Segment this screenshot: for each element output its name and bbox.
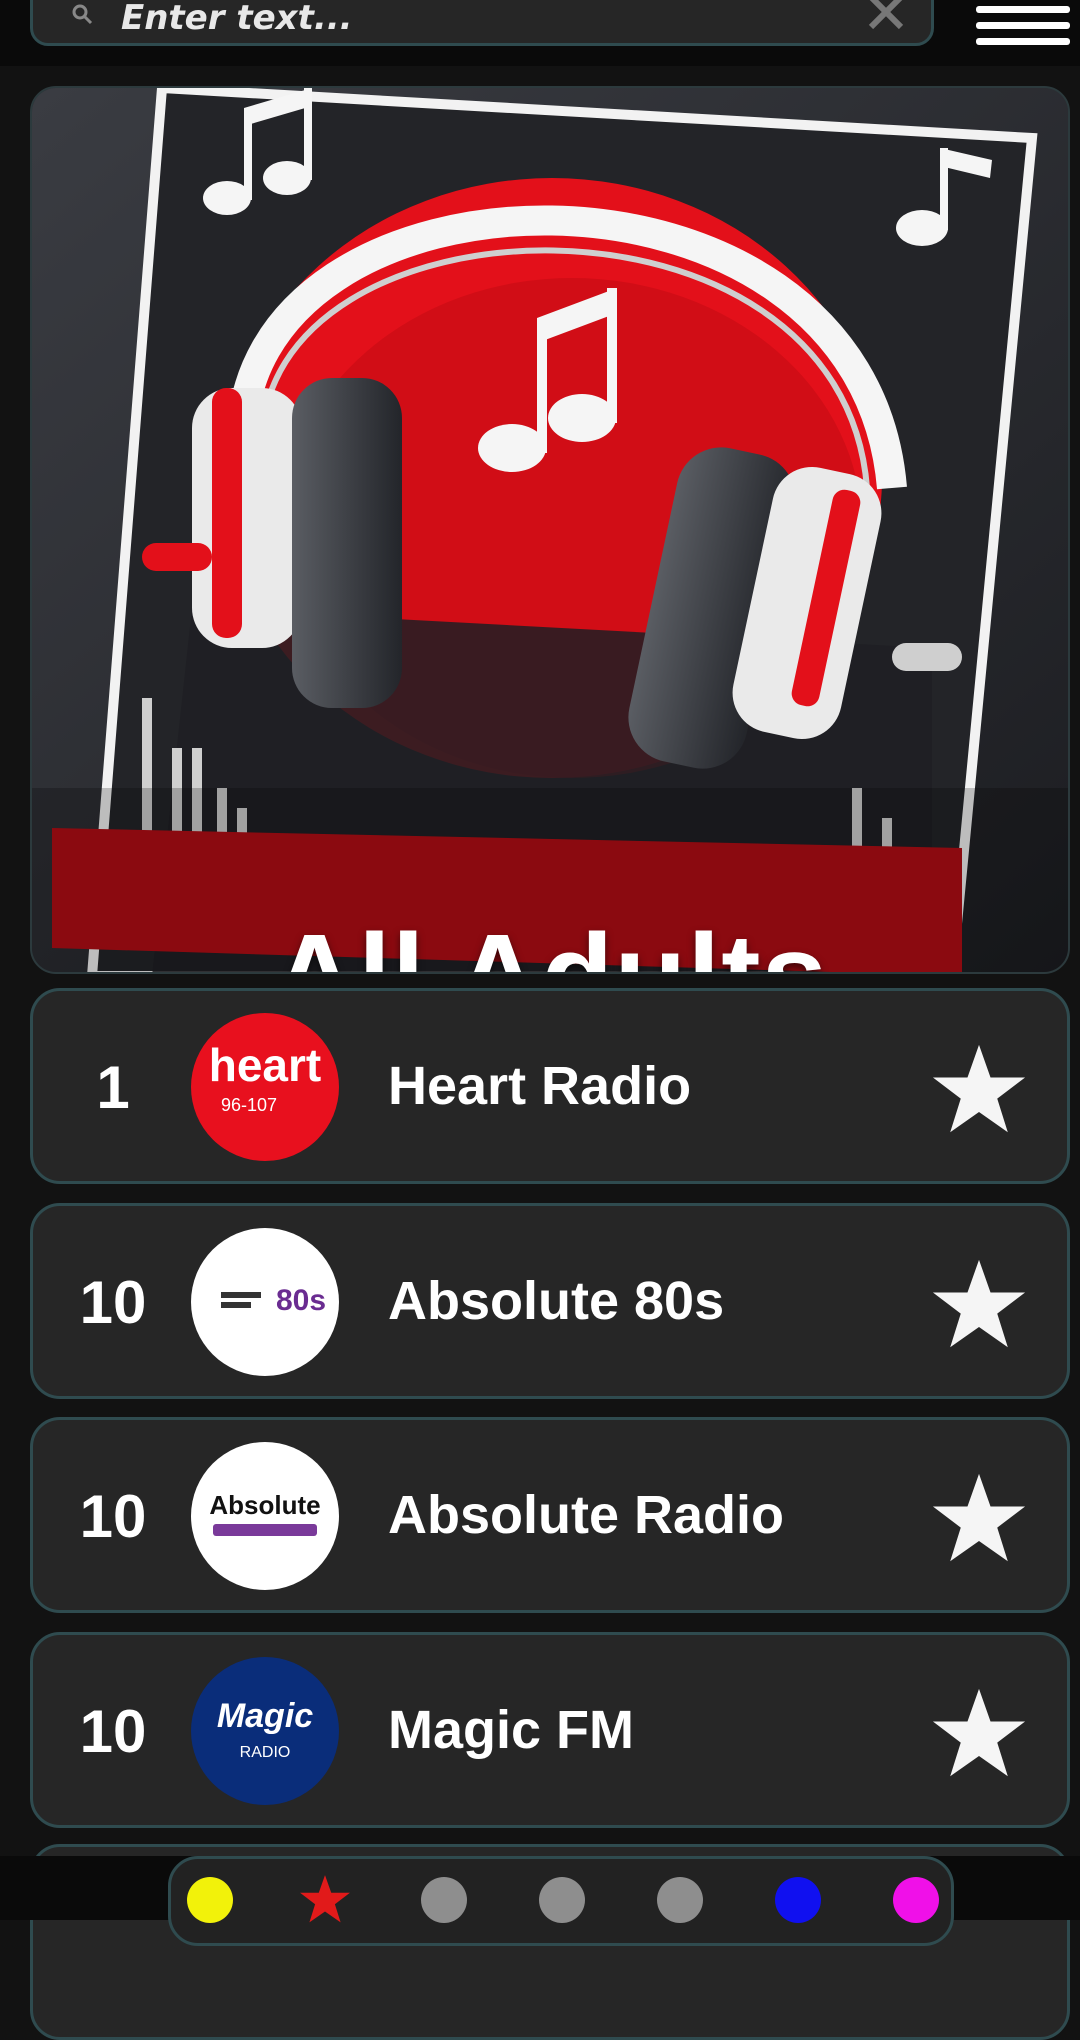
gray-dot-button[interactable]: [539, 1877, 585, 1923]
station-name: Absolute Radio: [388, 1485, 785, 1545]
logo-text: heart: [209, 1039, 321, 1091]
category-hero-card[interactable]: All Adults: [30, 86, 1070, 974]
station-logo: Magic RADIO: [191, 1657, 339, 1805]
search-bar[interactable]: [30, 0, 934, 46]
gray-dot-button[interactable]: [421, 1877, 467, 1923]
favorite-star-icon[interactable]: [931, 1041, 1027, 1137]
blue-dot-button[interactable]: [775, 1877, 821, 1923]
hamburger-menu-icon[interactable]: [976, 6, 1070, 52]
station-logo: Absolute: [191, 1442, 339, 1590]
logo-text: Absolute: [209, 1490, 320, 1520]
magenta-dot-button[interactable]: [893, 1877, 939, 1923]
yellow-dot-button[interactable]: [187, 1877, 233, 1923]
search-input[interactable]: [119, 0, 823, 41]
station-name: Magic FM: [388, 1700, 635, 1760]
station-rank: 10: [79, 1483, 147, 1550]
station-row[interactable]: 10 Magic RADIO Magic FM: [30, 1632, 1070, 1828]
favorite-star-icon[interactable]: [931, 1256, 1027, 1352]
station-rank: 10: [79, 1698, 147, 1765]
station-row[interactable]: 10 80s Absolute 80s: [30, 1203, 1070, 1399]
station-row[interactable]: 10 Absolute Absolute Radio: [30, 1417, 1070, 1613]
station-logo: 80s: [191, 1228, 339, 1376]
logo-text: Magic: [217, 1697, 313, 1735]
favorites-star-shape: [300, 1875, 350, 1923]
clear-icon[interactable]: [865, 0, 907, 33]
logo-text: 80s: [276, 1284, 326, 1317]
station-row[interactable]: 1 heart 96-107 Heart Radio: [30, 988, 1070, 1184]
gray-dot-button[interactable]: [657, 1877, 703, 1923]
station-logo: heart 96-107: [191, 1013, 339, 1161]
station-rank: 10: [79, 1269, 147, 1336]
station-name: Heart Radio: [388, 1056, 692, 1116]
logo-subtext: 96-107: [221, 1095, 277, 1115]
station-name: Absolute 80s: [388, 1271, 725, 1331]
station-rank: 1: [96, 1054, 130, 1121]
favorite-star-icon[interactable]: [931, 1685, 1027, 1781]
search-icon: [72, 4, 93, 25]
favorites-star-icon[interactable]: [298, 1873, 352, 1925]
favorite-star-icon[interactable]: [931, 1470, 1027, 1566]
logo-subtext: RADIO: [240, 1744, 291, 1761]
headphones-artwork: [32, 88, 1068, 972]
category-title: All Adults: [32, 908, 1068, 972]
